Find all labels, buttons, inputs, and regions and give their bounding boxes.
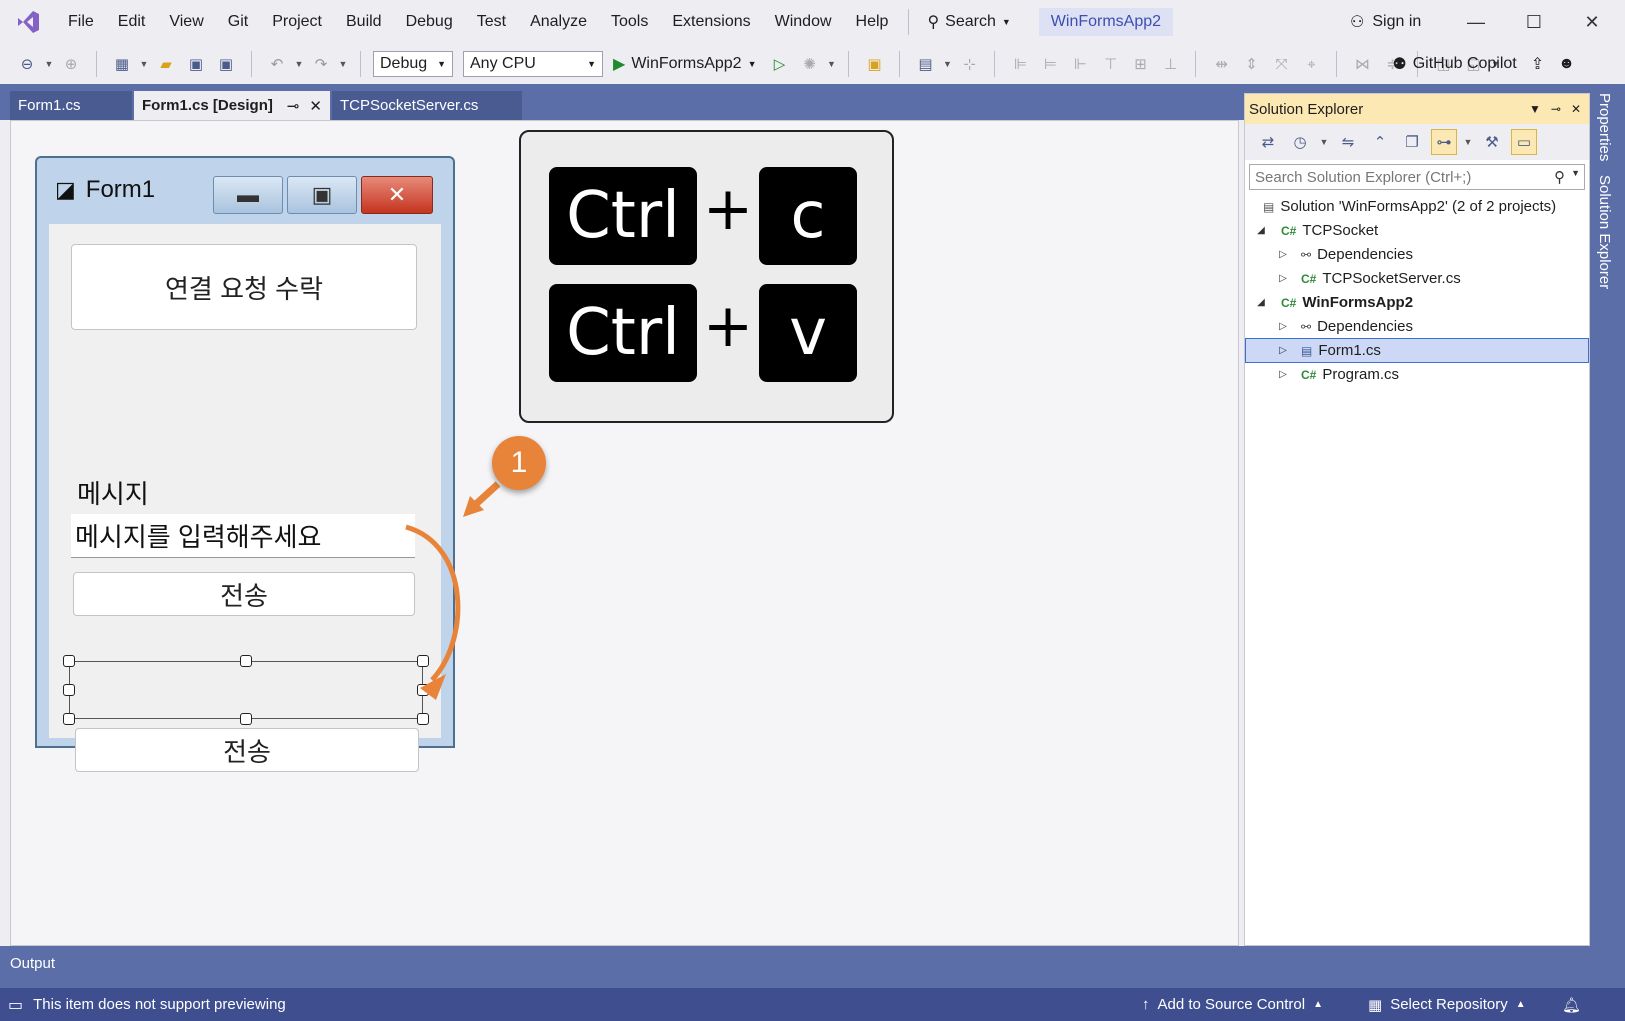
collapsed-caret-icon[interactable]: ▷ <box>1277 345 1289 356</box>
tree-item-label: Program.cs <box>1322 366 1400 383</box>
tree-item-form1[interactable]: ▷ ▤ Form1.cs <box>1245 338 1589 363</box>
message-icon: ▭ <box>8 996 24 1014</box>
filter-icon[interactable]: ⊶ <box>1431 129 1457 155</box>
curved-arrow-icon <box>405 524 461 682</box>
tree-item-label: Solution 'WinFormsApp2' (2 of 2 projects… <box>1280 198 1557 215</box>
chevron-down-icon[interactable]: ▼ <box>1571 168 1580 186</box>
csharp-file-icon: C# <box>1301 367 1317 382</box>
preview-icon[interactable]: ▭ <box>1511 129 1537 155</box>
collapse-all-icon[interactable]: ⌃ <box>1367 129 1393 155</box>
repository-label: Select Repository <box>1390 996 1508 1013</box>
output-panel-tab[interactable]: Output <box>0 946 1625 988</box>
csharp-file-icon: C# <box>1301 271 1317 286</box>
show-all-files-icon[interactable]: ❐ <box>1399 129 1425 155</box>
tab-properties[interactable]: Properties <box>1596 93 1613 161</box>
tree-item-winformsapp2[interactable]: ◢ C# WinFormsApp2 <box>1245 290 1589 315</box>
tree-item-label: TCPSocketServer.cs <box>1322 270 1461 287</box>
collapsed-caret-icon[interactable]: ▷ <box>1277 273 1289 284</box>
repository-icon: ▦ <box>1368 996 1383 1014</box>
collapsed-caret-icon[interactable]: ▷ <box>1277 321 1289 332</box>
key-c: c <box>759 167 857 265</box>
search-placeholder: Search Solution Explorer (Ctrl+;) <box>1255 168 1472 186</box>
tree-item-dependencies[interactable]: ▷ ⚯ Dependencies <box>1245 314 1589 339</box>
close-icon[interactable]: ✕ <box>1571 102 1581 116</box>
chevron-down-icon[interactable]: ▼ <box>1319 137 1329 147</box>
select-repository-button[interactable]: ▦ Select Repository ▲ <box>1368 996 1526 1014</box>
solution-explorer-toolbar: ⇄ ◷ ▼ ⇋ ⌃ ❐ ⊶ ▼ ⚒ ▭ <box>1245 124 1589 160</box>
status-bar: ▭ This item does not support previewing … <box>0 988 1625 1021</box>
shortcut-card: Ctrl + c Ctrl + v <box>519 130 894 423</box>
tree-item-label: TCPSocket <box>1302 222 1379 239</box>
dependencies-icon: ⚯ <box>1301 247 1312 262</box>
tree-item-label: WinFormsApp2 <box>1302 294 1414 311</box>
source-control-label: Add to Source Control <box>1157 996 1306 1013</box>
tree-item-label: Dependencies <box>1317 318 1413 335</box>
form-file-icon: ▤ <box>1301 343 1313 358</box>
solution-icon: ▤ <box>1263 199 1275 214</box>
tree-item-tcpsocketserver[interactable]: ▷ C# TCPSocketServer.cs <box>1245 266 1589 291</box>
tree-item-program[interactable]: ▷ C# Program.cs <box>1245 362 1589 387</box>
pin-icon[interactable]: ⊸ <box>1551 102 1561 116</box>
panel-title: Solution Explorer <box>1249 100 1364 118</box>
chevron-up-icon: ▲ <box>1515 999 1526 1010</box>
chevron-down-icon[interactable]: ▼ <box>1529 102 1541 116</box>
tab-solution-explorer[interactable]: Solution Explorer <box>1596 175 1613 289</box>
switch-views-icon[interactable]: ⇄ <box>1255 129 1281 155</box>
dependencies-icon: ⚯ <box>1301 319 1312 334</box>
tree-item-tcpsocket[interactable]: ◢ C# TCPSocket <box>1245 218 1589 243</box>
key-v: v <box>759 284 857 382</box>
expanded-caret-icon[interactable]: ◢ <box>1255 225 1267 236</box>
sync-icon[interactable]: ⇋ <box>1335 129 1361 155</box>
tree-item-label: Dependencies <box>1317 246 1413 263</box>
properties-wrench-icon[interactable]: ⚒ <box>1479 129 1505 155</box>
search-icon[interactable]: ⚲ <box>1554 168 1565 186</box>
status-message: This item does not support previewing <box>33 996 286 1013</box>
csproj-icon: C# <box>1281 295 1297 310</box>
output-label: Output <box>10 955 56 972</box>
csproj-icon: C# <box>1281 223 1297 238</box>
chevron-up-icon: ▲ <box>1313 999 1323 1010</box>
solution-explorer-panel: Solution Explorer ▼ ⊸ ✕ ⇄ ◷ ▼ ⇋ ⌃ ❐ ⊶ ▼ … <box>1244 93 1590 946</box>
side-tab-strip: Properties Solution Explorer <box>1590 93 1625 946</box>
key-ctrl: Ctrl <box>549 167 697 265</box>
chevron-down-icon[interactable]: ▼ <box>1463 137 1473 147</box>
arrow-up-icon: ↑ <box>1142 996 1150 1013</box>
solution-explorer-header: Solution Explorer ▼ ⊸ ✕ <box>1245 94 1589 124</box>
plus-sign: + <box>702 291 754 361</box>
notifications-bell-icon[interactable]: 🔔︎ <box>1562 996 1581 1014</box>
collapsed-caret-icon[interactable]: ▷ <box>1277 249 1289 260</box>
step-number-badge: 1 <box>492 436 546 490</box>
history-icon[interactable]: ◷ <box>1287 129 1313 155</box>
key-ctrl: Ctrl <box>549 284 697 382</box>
collapsed-caret-icon[interactable]: ▷ <box>1277 369 1289 380</box>
expanded-caret-icon[interactable]: ◢ <box>1255 297 1267 308</box>
pointer-arrow-icon <box>473 481 501 507</box>
tree-item-dependencies[interactable]: ▷ ⚯ Dependencies <box>1245 242 1589 267</box>
solution-search-input[interactable]: Search Solution Explorer (Ctrl+;) ⚲ ▼ <box>1249 164 1585 190</box>
tree-item-label: Form1.cs <box>1318 342 1381 359</box>
tree-item-solution[interactable]: ▤ Solution 'WinFormsApp2' (2 of 2 projec… <box>1245 194 1589 219</box>
add-to-source-control-button[interactable]: ↑ Add to Source Control ▲ <box>1142 996 1323 1013</box>
plus-sign: + <box>702 174 754 244</box>
